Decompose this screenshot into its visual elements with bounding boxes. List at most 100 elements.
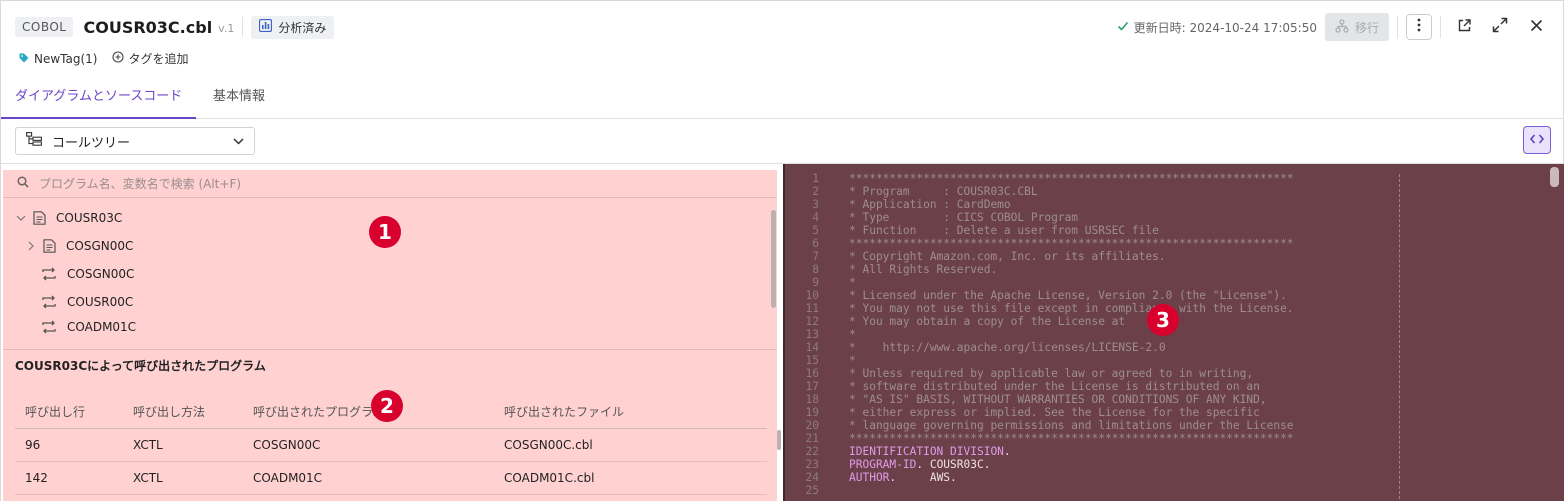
code-line: 3 * Application : CardDemo: [791, 198, 1294, 211]
column-header[interactable]: 呼び出し行: [15, 403, 133, 420]
code-line: 13 *: [791, 328, 1294, 341]
called-programs-title: COUSR03Cによって呼び出されたプログラム: [15, 359, 266, 373]
tab-basic-info[interactable]: 基本情報: [199, 81, 279, 119]
plus-circle-icon: [111, 51, 124, 66]
code-comment: * Application : CardDemo: [849, 198, 1011, 211]
tree-node[interactable]: COADM01C: [3, 316, 777, 338]
cell-call-line: 96: [25, 438, 41, 452]
annotation-marker-2: 2: [371, 390, 403, 422]
tree-node-label: COSGN00C: [66, 239, 134, 253]
open-external-button[interactable]: [1451, 14, 1477, 40]
line-number: 20: [805, 419, 819, 432]
line-number: 22: [805, 445, 819, 458]
code-line: 11 * You may not use this file except in …: [791, 302, 1294, 315]
tree-search[interactable]: プログラム名、変数名で検索 (Alt+F): [3, 170, 777, 198]
transfer-arrows-icon: [41, 320, 57, 334]
line-number: 10: [805, 289, 819, 302]
tree-node[interactable]: COSGN00C: [3, 260, 777, 288]
code-line: 1 ***************************************…: [791, 172, 1294, 185]
cell-called-file: COADM01C.cbl: [504, 471, 595, 485]
table-scrollbar[interactable]: [777, 430, 781, 450]
analysis-status-badge: 分析済み: [251, 15, 335, 39]
tag-label: NewTag(1): [34, 51, 98, 66]
tree-node-label: COSGN00C: [67, 267, 135, 281]
divider: [1397, 16, 1398, 38]
column-header[interactable]: 呼び出されたファイル: [504, 403, 754, 420]
divider: [242, 17, 244, 37]
tab-bar: ダイアグラムとソースコード 基本情報: [1, 81, 1564, 119]
code-comment: * software distributed under the License…: [849, 380, 1260, 393]
column-header[interactable]: 呼び出し方法: [133, 403, 253, 420]
code-scrollbar[interactable]: [1550, 167, 1559, 187]
code-line: 6 ***************************************…: [791, 237, 1293, 250]
code-line: 23 PROGRAM-ID. COUSR03C.: [791, 458, 1294, 471]
add-tag-button[interactable]: タグを追加: [111, 50, 189, 67]
line-number: 7: [812, 250, 819, 263]
code-comment: * You may not use this file except in co…: [849, 302, 1294, 315]
code-text: .: [1003, 445, 1011, 458]
line-number: 18: [805, 393, 819, 406]
line-number: 19: [805, 406, 819, 419]
chevron-right-icon[interactable]: [25, 241, 37, 251]
code-comment: * You may obtain a copy of the License a…: [849, 315, 1126, 328]
search-placeholder: プログラム名、変数名で検索 (Alt+F): [39, 177, 242, 191]
document-icon: [43, 239, 56, 253]
expand-icon: [1492, 17, 1508, 37]
close-icon: [1530, 19, 1543, 36]
annotation-marker-3: 3: [1147, 304, 1179, 336]
external-link-icon: [1457, 18, 1472, 37]
close-button[interactable]: [1523, 14, 1549, 40]
line-number: 23: [805, 458, 819, 471]
divider: [1440, 16, 1441, 38]
search-icon: [17, 176, 29, 191]
cell-called-file: COSGN00C.cbl: [504, 438, 593, 452]
line-number: 16: [805, 367, 819, 380]
code-comment: * Licensed under the Apache License, Ver…: [849, 289, 1287, 302]
code-comment: * language governing permissions and lim…: [849, 419, 1294, 432]
code-line: 2 * Program : COUSR03C.CBL: [791, 185, 1294, 198]
code-line: 8 * All Rights Reserved.: [791, 263, 1294, 276]
expand-button[interactable]: [1487, 14, 1513, 40]
bar-chart-icon: [259, 18, 273, 35]
tree-node-label: COUSR03C: [56, 211, 123, 225]
transfer-arrows-icon: [41, 267, 57, 281]
code-line: 9 *: [791, 276, 1294, 289]
tree-node[interactable]: COUSR00C: [3, 288, 777, 316]
code-comment: * Type : CICS COBOL Program: [849, 211, 1079, 224]
tag-icon: [19, 52, 29, 66]
code-comment: * Program : COUSR03C.CBL: [849, 185, 1038, 198]
more-options-button[interactable]: [1406, 14, 1432, 40]
transfer-arrows-icon: [41, 295, 57, 309]
view-select[interactable]: コールツリー: [15, 127, 255, 155]
line-number: 1: [812, 172, 819, 185]
view-select-value: コールツリー: [52, 135, 131, 151]
app-window: COBOL COUSR03C.cbl v.1 分析済み 更新日時: 2024-1…: [0, 0, 1564, 501]
tag-item[interactable]: NewTag(1): [19, 52, 98, 66]
chevron-down-icon: [233, 134, 244, 149]
column-ruler: [1399, 174, 1400, 501]
code-comment: * http://www.apache.org/licenses/LICENSE…: [849, 341, 1166, 354]
code-comment: * Copyright Amazon.com, Inc. or its affi…: [849, 250, 1166, 263]
analysis-status-label: 分析済み: [278, 20, 327, 35]
line-number: 15: [805, 354, 819, 367]
tree-node-label: COUSR00C: [67, 295, 134, 309]
check-icon: [1117, 20, 1129, 35]
code-line: 24 AUTHOR. AWS.: [791, 471, 1294, 484]
migrate-button[interactable]: 移行: [1324, 13, 1389, 41]
tree-scrollbar[interactable]: [771, 210, 776, 308]
cell-called-program: COADM01C: [253, 471, 323, 485]
header-actions: 更新日時: 2024-10-24 17:05:50 移行: [1117, 13, 1549, 41]
tab-diagram-source[interactable]: ダイアグラムとソースコード: [1, 81, 197, 119]
file-title: COUSR03C.cbl: [83, 17, 213, 37]
chevron-down-icon[interactable]: [15, 215, 27, 221]
updated-label: 更新日時: 2024-10-24 17:05:50: [1133, 20, 1317, 35]
source-code-toggle-button[interactable]: [1523, 126, 1551, 154]
code-comment: * Function : Delete a user from USRSEC f…: [849, 224, 1159, 237]
table-row[interactable]: 142 XCTL COADM01C COADM01C.cbl: [15, 462, 767, 495]
code-line: 16 * Unless required by applicable law or…: [791, 367, 1294, 380]
code-comment: ****************************************…: [849, 172, 1294, 185]
table-row[interactable]: 96 XCTL COSGN00C COSGN00C.cbl: [15, 429, 767, 462]
code-editor[interactable]: 1 ***************************************…: [791, 172, 1294, 497]
code-comment: *: [849, 354, 856, 367]
code-brackets-icon: [1530, 133, 1544, 148]
